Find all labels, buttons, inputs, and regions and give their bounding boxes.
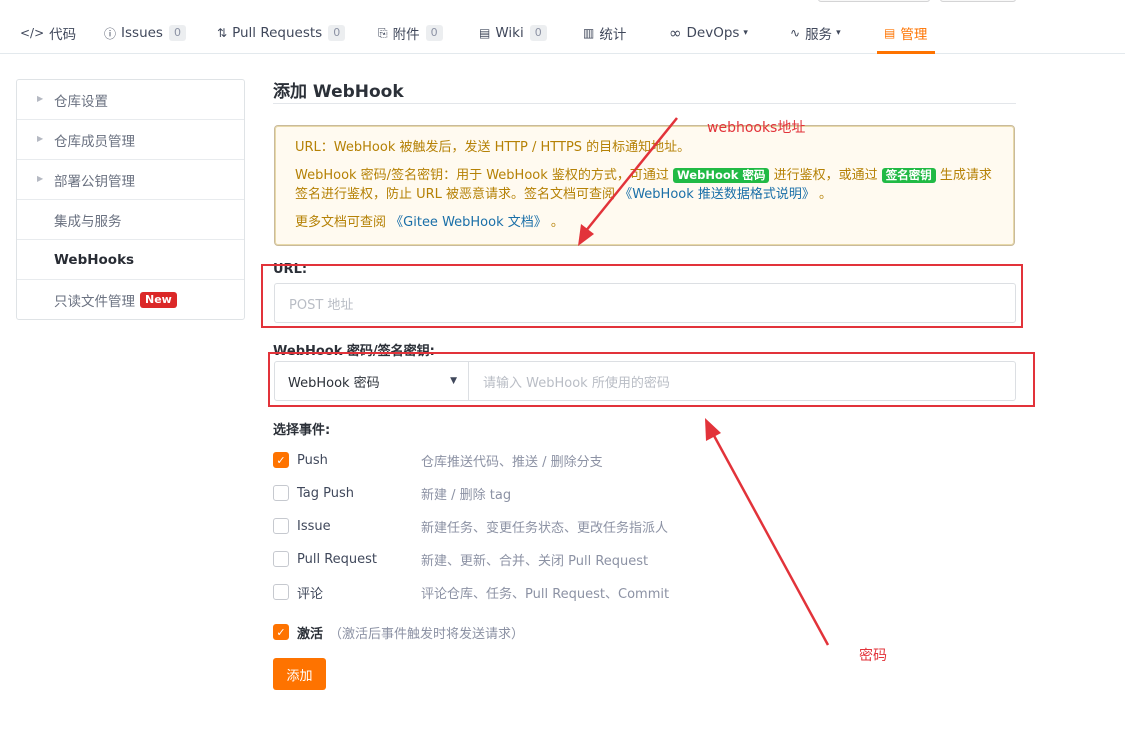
annotation-password: 密码 <box>859 648 887 664</box>
active-hint: （激活后事件触发时将发送请求） <box>329 626 525 642</box>
count-badge: 0 <box>425 25 443 41</box>
annotation-webhook-url: webhooks地址 <box>707 120 806 136</box>
tab-pull-requests[interactable]: ⇅ Pull Requests 0 <box>217 22 346 44</box>
event-row-pull-request: Pull Request 新建、更新、合并、关闭 Pull Request <box>273 549 648 569</box>
event-desc: 新建 / 删除 tag <box>421 487 512 503</box>
code-icon: </> <box>20 26 45 40</box>
tab-label: 统计 <box>599 27 627 43</box>
tab-label: Issues <box>121 25 163 41</box>
infinity-icon: ∞ <box>669 24 682 42</box>
active-tab-indicator <box>877 51 935 54</box>
tab-devops[interactable]: ∞ DevOps ▾ <box>669 22 748 44</box>
caret-right-icon: ▶ <box>37 94 44 103</box>
tab-label: 附件 <box>392 27 420 43</box>
events-label: 选择事件: <box>273 423 331 438</box>
notice-text: WebHook 密码/签名密钥：用于 WebHook 鉴权的方式，可通过 <box>295 168 669 183</box>
sidebar-item-repo-settings[interactable]: ▶ 仓库设置 <box>17 80 244 120</box>
tab-services[interactable]: ∿ 服务 ▾ <box>790 22 841 44</box>
tab-code[interactable]: </> 代码 <box>20 22 76 44</box>
caret-right-icon: ▶ <box>37 174 44 183</box>
push-checkbox[interactable]: ✓ <box>273 452 289 468</box>
sidebar-item-label: 仓库设置 <box>54 93 108 110</box>
event-name: Issue <box>297 518 331 534</box>
event-name: Tag Push <box>297 485 355 501</box>
issue-icon: ⓘ <box>104 26 117 41</box>
notice-secret-text: WebHook 密码/签名密钥：用于 WebHook 鉴权的方式，可通过 Web… <box>295 166 994 204</box>
pull-request-checkbox[interactable] <box>273 551 289 567</box>
tab-label: Wiki <box>495 25 524 41</box>
event-name: Push <box>297 452 328 468</box>
pull-request-icon: ⇅ <box>217 26 228 40</box>
chevron-down-icon: ▾ <box>836 28 841 38</box>
sidebar-item-deploy-keys[interactable]: ▶ 部署公钥管理 <box>17 160 244 200</box>
new-badge: New <box>140 292 177 308</box>
notice-url-text: URL：WebHook 被触发后，发送 HTTP / HTTPS 的目标通知地址… <box>295 140 691 155</box>
tab-wiki[interactable]: ▤ Wiki 0 <box>479 22 547 44</box>
sidebar-item-label: WebHooks <box>54 251 135 268</box>
sidebar-item-label: 集成与服务 <box>54 213 122 230</box>
event-row-issue: Issue 新建任务、变更任务状态、更改任务指派人 <box>273 516 668 536</box>
tab-label: 代码 <box>49 27 77 43</box>
event-name: 评论 <box>297 586 324 602</box>
tab-issues[interactable]: ⓘ Issues 0 <box>104 22 186 44</box>
bar-chart-icon: ▥ <box>583 26 595 40</box>
book-icon: ▤ <box>479 26 491 40</box>
tab-attachments[interactable]: ⎘ 附件 0 <box>378 22 443 44</box>
caret-right-icon: ▶ <box>37 134 44 143</box>
gitee-webhook-doc-link[interactable]: 《Gitee WebHook 文档》 <box>390 215 547 230</box>
active-label: 激活 <box>297 626 324 642</box>
top-button-fragment[interactable] <box>818 0 930 2</box>
pulse-icon: ∿ <box>790 26 801 40</box>
event-row-tag-push: Tag Push 新建 / 删除 tag <box>273 483 511 503</box>
tab-manage[interactable]: ▤ 管理 <box>884 22 927 44</box>
tab-statistics[interactable]: ▥ 统计 <box>583 22 626 44</box>
notice-text: 更多文档可查阅 <box>295 215 387 230</box>
sidebar-item-label: 部署公钥管理 <box>54 173 135 190</box>
document-icon: ▤ <box>884 26 896 40</box>
page-title: 添加 WebHook <box>273 82 404 102</box>
notice-text: 。 <box>550 215 564 230</box>
active-row: ✓ 激活 （激活后事件触发时将发送请求） <box>273 622 524 642</box>
push-format-doc-link[interactable]: 《WebHook 推送数据格式说明》 <box>619 187 815 202</box>
event-row-comment: 评论 评论仓库、任务、Pull Request、Commit <box>273 582 669 602</box>
info-notice: URL：WebHook 被触发后，发送 HTTP / HTTPS 的目标通知地址… <box>274 125 1015 246</box>
notice-docs-text: 更多文档可查阅 《Gitee WebHook 文档》 。 <box>295 213 994 232</box>
sidebar-item-integrations[interactable]: 集成与服务 <box>17 200 244 240</box>
sidebar-item-label: 仓库成员管理 <box>54 133 135 150</box>
title-divider <box>273 103 1016 104</box>
sidebar-item-readonly-files[interactable]: 只读文件管理 New <box>17 280 244 320</box>
url-highlight-box <box>261 264 1023 328</box>
add-button[interactable]: 添加 <box>273 658 326 690</box>
tag-push-checkbox[interactable] <box>273 485 289 501</box>
notice-text: 进行鉴权，或通过 <box>773 168 878 183</box>
event-desc: 仓库推送代码、推送 / 删除分支 <box>421 454 603 470</box>
event-desc: 新建、更新、合并、关闭 Pull Request <box>421 553 649 569</box>
chevron-down-icon: ▾ <box>743 28 748 38</box>
event-desc: 新建任务、变更任务状态、更改任务指派人 <box>421 520 669 536</box>
repo-nav-bar: </> 代码 ⓘ Issues 0 ⇅ Pull Requests 0 ⎘ 附件… <box>0 0 1125 54</box>
sign-key-tag: 签名密钥 <box>881 168 936 183</box>
sidebar-item-webhooks[interactable]: WebHooks <box>17 240 244 280</box>
comment-checkbox[interactable] <box>273 584 289 600</box>
event-name: Pull Request <box>297 551 378 567</box>
event-desc: 评论仓库、任务、Pull Request、Commit <box>421 586 670 602</box>
tab-label: 服务 <box>805 27 833 43</box>
tab-label: Pull Requests <box>232 25 323 41</box>
sidebar-item-label: 只读文件管理 <box>54 294 135 310</box>
count-badge: 0 <box>328 25 346 41</box>
settings-sidebar: ▶ 仓库设置 ▶ 仓库成员管理 ▶ 部署公钥管理 集成与服务 WebHooks … <box>16 79 245 320</box>
tab-label: DevOps <box>686 25 740 41</box>
paperclip-icon: ⎘ <box>378 25 388 40</box>
sidebar-item-members[interactable]: ▶ 仓库成员管理 <box>17 120 244 160</box>
notice-text: 。 <box>819 187 833 202</box>
tab-label: 管理 <box>900 27 928 43</box>
active-checkbox[interactable]: ✓ <box>273 624 289 640</box>
count-badge: 0 <box>529 25 547 41</box>
webhook-password-tag: WebHook 密码 <box>673 168 770 183</box>
event-row-push: ✓ Push 仓库推送代码、推送 / 删除分支 <box>273 450 603 470</box>
secret-highlight-box <box>268 352 1035 407</box>
count-badge: 0 <box>168 25 186 41</box>
issue-checkbox[interactable] <box>273 518 289 534</box>
top-button-fragment-2[interactable] <box>940 0 1016 2</box>
